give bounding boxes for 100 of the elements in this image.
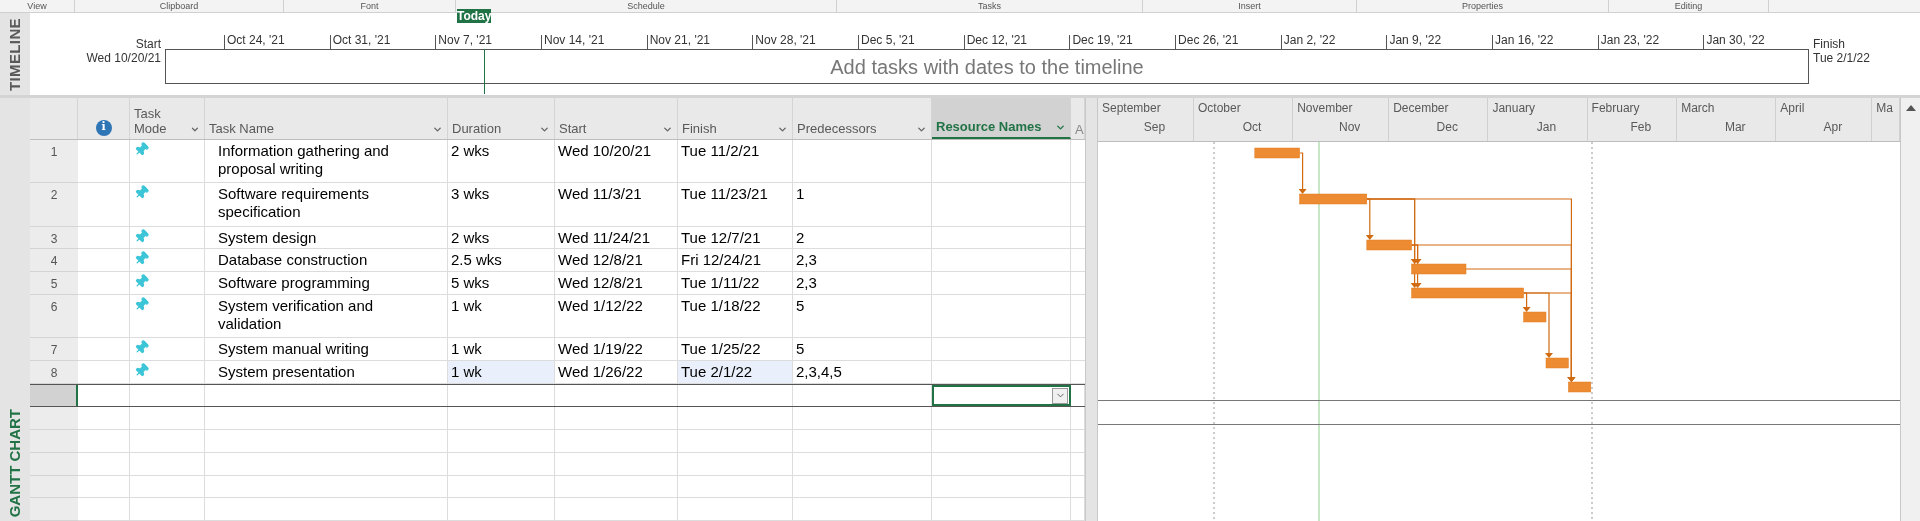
task-bar[interactable]: [1366, 239, 1412, 251]
task-name: Software requirements specification: [218, 185, 370, 222]
task-bar[interactable]: [1568, 381, 1592, 393]
timeline-tick-label: Oct 24, '21: [226, 34, 285, 46]
finish-date-cell: Fri 12/24/21: [681, 251, 762, 269]
month-abbreviation: Feb: [1629, 119, 1653, 134]
task-bar[interactable]: [1411, 287, 1524, 299]
ribbon-group-label: Tasks: [978, 1, 1001, 11]
predecessors-cell: 1: [796, 185, 805, 203]
month-abbreviation: Sep: [1142, 119, 1167, 134]
row-header[interactable]: [30, 384, 78, 407]
row-number[interactable]: 1: [30, 139, 78, 184]
row-number[interactable]: 4: [30, 249, 78, 273]
dependency-arrow: [1298, 152, 1307, 194]
predecessors-cell: 2,3: [796, 251, 817, 269]
finish-date-cell: Tue 1/18/22: [681, 296, 761, 314]
ribbon-group-label: Font: [360, 1, 379, 11]
duration-cell: 1 wk: [451, 340, 482, 358]
timeline-message: Add tasks with dates to the timeline: [830, 54, 1144, 80]
month-label: January: [1491, 100, 1537, 115]
timeline-tick-label: Jan 9, '22: [1388, 34, 1442, 46]
duration-cell: 2.5 wks: [451, 251, 502, 269]
start-date-cell: Wed 1/26/22: [558, 363, 643, 381]
month-label: February: [1590, 100, 1641, 115]
finish-date-cell: Tue 2/1/22: [681, 363, 753, 381]
task-bar[interactable]: [1254, 147, 1300, 159]
row-number[interactable]: 6: [30, 294, 78, 339]
start-date-cell: Wed 10/20/21: [558, 141, 652, 159]
timeline-tick-label: Dec 26, '21: [1177, 34, 1239, 46]
duration-cell: 1 wk: [451, 296, 482, 314]
today-line: [484, 49, 485, 94]
timeline-tick-label: Jan 2, '22: [1282, 34, 1336, 46]
ribbon-group-label: Clipboard: [159, 1, 199, 11]
scrollbar[interactable]: [1900, 98, 1920, 521]
column-header[interactable]: Task Name: [205, 98, 448, 139]
task-bar[interactable]: [1545, 357, 1569, 369]
start-date-cell: Wed 1/19/22: [558, 340, 643, 358]
start-date-cell: Wed 12/8/21: [558, 251, 643, 269]
timeline-tick-label: Nov 14, '21: [543, 34, 605, 46]
table-cell: [78, 407, 130, 431]
finish-date-cell: Tue 1/11/22: [681, 274, 760, 292]
info-icon: i: [95, 119, 112, 136]
task-bar[interactable]: [1523, 311, 1547, 323]
ribbon-group-label: Insert: [1238, 1, 1261, 11]
row-number[interactable]: 7: [30, 338, 78, 362]
finish-date-cell: Tue 12/7/21: [681, 228, 761, 246]
start-date-cell: Wed 11/3/21: [558, 185, 642, 203]
column-header[interactable]: Resource Names: [932, 98, 1071, 139]
task-name: Software programming: [218, 274, 370, 293]
month-label: Ma: [1875, 100, 1894, 115]
month-label: March: [1680, 100, 1716, 115]
timeline-label: TIMELINE: [4, 17, 24, 91]
timeline-tick-label: Jan 16, '22: [1494, 34, 1554, 46]
start-date-cell: Wed 1/12/22: [558, 296, 643, 314]
month-abbreviation: Dec: [1435, 119, 1459, 134]
duration-cell: 1 wk: [451, 363, 482, 381]
task-name: Information gathering and proposal writing: [218, 141, 390, 178]
row-number[interactable]: 5: [30, 272, 78, 295]
month-label: November: [1296, 100, 1354, 115]
duration-cell: 2 wks: [451, 228, 490, 246]
gantt-chart-label: GANTT CHART: [4, 408, 24, 517]
start-date: Wed 10/20/21: [86, 51, 161, 65]
month-label: December: [1392, 100, 1450, 115]
dropdown-button[interactable]: [1052, 387, 1068, 404]
predecessors-cell: 2,3,4,5: [796, 363, 842, 381]
timeline-tick-label: Nov 21, '21: [648, 34, 710, 46]
table-cell: [78, 498, 130, 521]
month-label: October: [1197, 100, 1242, 115]
finish-date-cell: Tue 11/23/21: [681, 185, 768, 203]
timeline-tick-label: Dec 12, '21: [965, 34, 1028, 46]
pane-splitter[interactable]: [1085, 98, 1098, 521]
column-header[interactable]: Finish: [678, 98, 793, 139]
timeline-tick-label: Nov 28, '21: [754, 34, 816, 46]
duration-cell: 3 wks: [451, 185, 490, 203]
duration-cell: 2 wks: [451, 141, 490, 159]
row-number[interactable]: 2: [30, 183, 78, 227]
month-abbreviation: Jan: [1535, 119, 1558, 134]
predecessors-cell: 5: [796, 296, 805, 314]
month-abbreviation: Mar: [1723, 119, 1747, 134]
timeline-tick-label: Dec 5, '21: [860, 34, 915, 46]
task-bar[interactable]: [1299, 193, 1368, 205]
resource-field[interactable]: [932, 384, 1071, 407]
finish-label: Finish: [1813, 37, 1846, 51]
timeline-tick-label: Nov 7, '21: [437, 34, 492, 46]
column-header[interactable]: Task Mode: [130, 98, 205, 139]
ribbon-group-label: Properties: [1462, 1, 1503, 11]
table-cell: [78, 475, 130, 499]
ribbon-group-label: Editing: [1674, 1, 1703, 11]
row-number[interactable]: 3: [30, 226, 78, 250]
month-abbreviation: Oct: [1241, 119, 1263, 134]
task-name: System manual writing: [218, 340, 369, 359]
today-marker: Today: [457, 9, 491, 23]
timeline-tick-label: Dec 19, '21: [1071, 34, 1133, 46]
column-header[interactable]: Duration: [448, 98, 555, 139]
ribbon-group-label: Schedule: [627, 1, 665, 11]
row-number[interactable]: 8: [30, 361, 78, 384]
task-bar[interactable]: [1411, 263, 1467, 275]
column-header[interactable]: Start: [555, 98, 678, 139]
start-date-cell: Wed 12/8/21: [558, 274, 643, 292]
finish-date: Tue 2/1/22: [1813, 51, 1870, 65]
